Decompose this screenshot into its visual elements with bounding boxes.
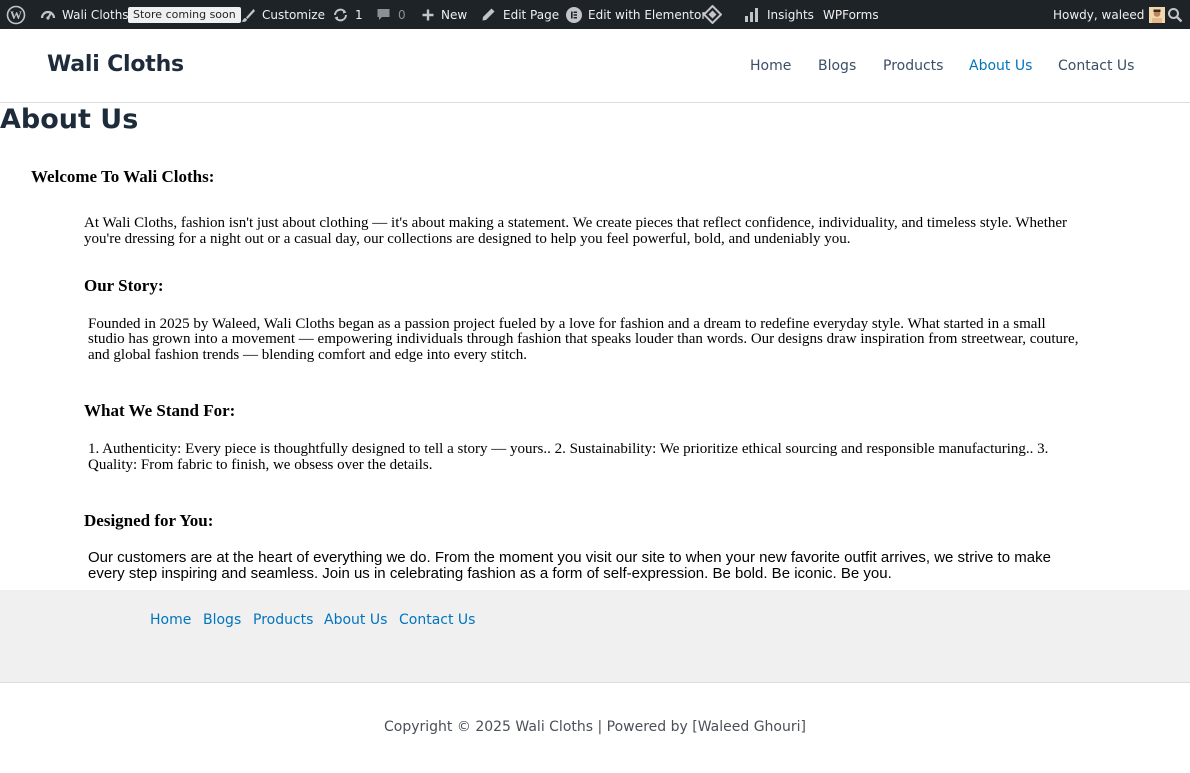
plus-icon [421,8,435,22]
wordpress-icon[interactable]: W [6,0,26,29]
footer-widgets-area [0,590,1190,682]
footer-divider [0,682,1190,683]
pencil-icon [481,7,496,22]
refresh-icon [332,7,349,23]
bar-chart-icon [744,7,760,23]
svg-text:W: W [10,8,22,22]
site-menu[interactable]: Wali Cloths [40,0,129,29]
intro-line-2: you're dressing for a night out or a cas… [84,231,851,247]
dashboard-icon [40,7,56,23]
designed-line-2: every step inspiring and seamless. Join … [88,565,892,582]
footer-nav-contact-us[interactable]: Contact Us [399,612,475,628]
footer-nav-about-us[interactable]: About Us [324,612,387,628]
brush-icon [240,7,256,23]
stand-line-1: 1. Authenticity: Every piece is thoughtf… [88,441,1049,457]
footer-nav-home[interactable]: Home [150,612,191,628]
stand-line-2: Quality: From fabric to finish, we obses… [88,457,433,473]
designed-heading: Designed for You: [84,511,214,530]
store-status-badge[interactable]: Store coming soon [128,0,241,29]
comments-link[interactable]: 0 [376,0,406,29]
admin-bar: W Wali Cloths Store coming soon Customiz… [0,0,1190,29]
site-name: Wali Cloths [62,7,129,22]
story-line-3: and global fashion trends — blending com… [88,347,528,363]
intro-line-1: At Wali Cloths, fashion isn't just about… [84,215,1068,231]
footer-nav-blogs[interactable]: Blogs [203,612,241,628]
designed-line-1: Our customers are at the heart of everyt… [88,549,1051,566]
diamond-icon[interactable] [703,0,722,29]
avatar [1149,6,1166,23]
account-menu[interactable]: Howdy, waleed [1053,0,1166,29]
nav-about-us[interactable]: About Us [969,58,1032,74]
search-icon[interactable] [1167,0,1183,29]
story-line-1: Founded in 2025 by Waleed, Wali Cloths b… [88,316,1046,332]
updates-link[interactable]: 1 [332,0,363,29]
customize-link[interactable]: Customize [240,0,325,29]
stand-heading: What We Stand For: [84,401,236,420]
copyright-text: Copyright © 2025 Wali Cloths | Powered b… [384,719,806,735]
nav-products[interactable]: Products [883,58,943,74]
welcome-heading: Welcome To Wali Cloths: [31,167,215,186]
footer-nav-products[interactable]: Products [253,612,313,628]
nav-home[interactable]: Home [750,58,791,74]
header-divider [0,102,1190,103]
page-title: About Us [0,104,139,135]
nav-contact-us[interactable]: Contact Us [1058,58,1134,74]
comment-icon [376,7,391,22]
site-title[interactable]: Wali Cloths [47,52,184,77]
story-heading: Our Story: [84,276,164,295]
new-content-link[interactable]: New [421,0,467,29]
edit-page-link[interactable]: Edit Page [481,0,559,29]
nav-blogs[interactable]: Blogs [818,58,856,74]
elementor-icon [566,6,582,23]
insights-link[interactable]: Insights [744,0,814,29]
story-line-2: studio has grown into a movement — empow… [88,331,1079,347]
wpforms-link[interactable]: WPForms [823,0,879,29]
edit-elementor-link[interactable]: Edit with Elementor [566,0,706,29]
